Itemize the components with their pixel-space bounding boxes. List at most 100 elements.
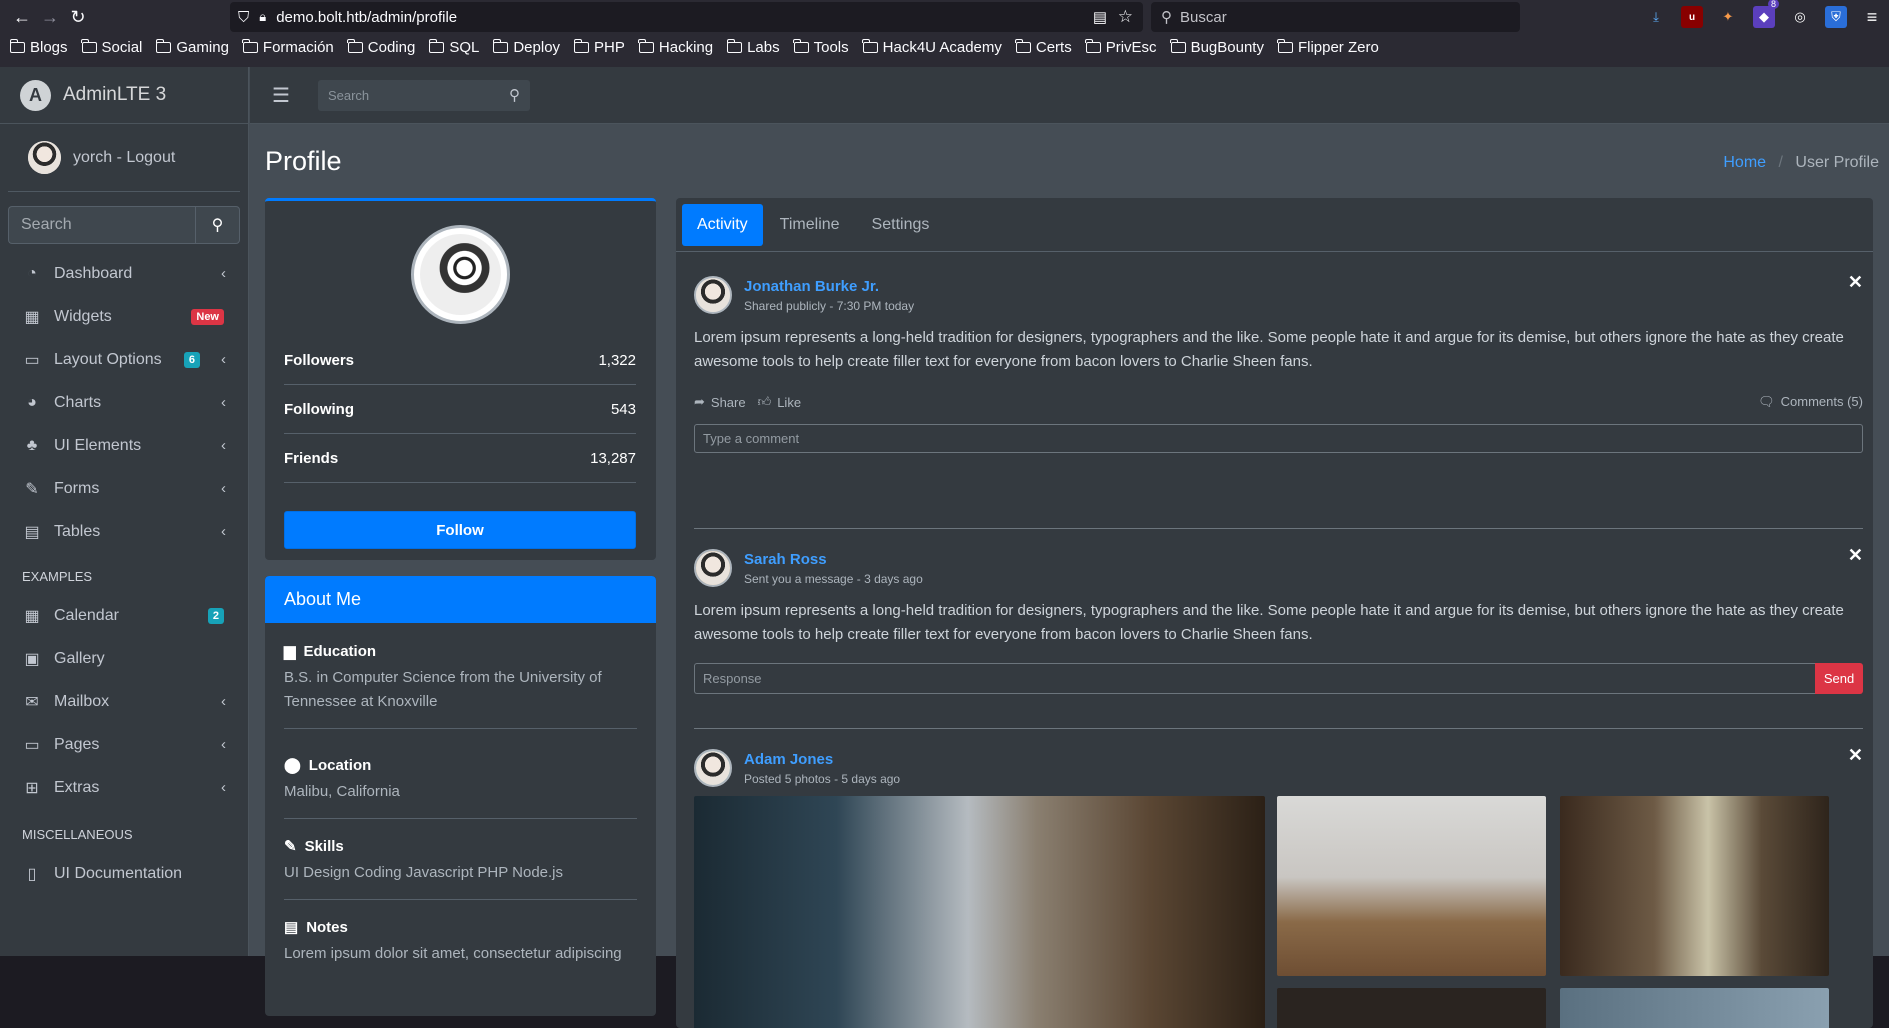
browser-search[interactable]: ⚲ Buscar: [1151, 2, 1520, 32]
share-icon[interactable]: ➦: [694, 394, 705, 410]
like-link[interactable]: Like: [777, 395, 801, 410]
breadcrumb-home[interactable]: Home: [1723, 154, 1766, 171]
post-author[interactable]: Sarah Ross: [744, 551, 923, 568]
user-panel[interactable]: yorch - Logout: [8, 124, 240, 192]
bookmark-folder[interactable]: PrivEsc: [1085, 39, 1157, 56]
map-marker-icon: ⬤: [284, 757, 301, 774]
post-photo[interactable]: [1560, 796, 1829, 976]
bookmark-folder[interactable]: Formación: [242, 39, 334, 56]
sidebar-item-forms[interactable]: ✎ Forms ‹: [8, 467, 240, 510]
wappalyzer-icon[interactable]: ◎: [1789, 6, 1811, 28]
bookmark-folder[interactable]: Labs: [726, 39, 780, 56]
sidebar-item-tables[interactable]: ▤ Tables ‹: [8, 510, 240, 553]
bookmark-label: Flipper Zero: [1297, 39, 1379, 56]
bookmark-folder[interactable]: Certs: [1015, 39, 1072, 56]
bookmark-label: Deploy: [513, 39, 561, 56]
menu-icon[interactable]: ≡: [1861, 6, 1883, 28]
sidebar-item-extras[interactable]: ⊞ Extras ‹: [8, 766, 240, 809]
bookmark-folder[interactable]: Deploy: [492, 39, 561, 56]
user-logout-link[interactable]: yorch - Logout: [73, 149, 175, 167]
response-input[interactable]: Response: [694, 663, 1815, 694]
close-icon[interactable]: ✕: [1848, 745, 1863, 766]
download-icon[interactable]: ⤓: [1645, 6, 1667, 28]
bookmark-folder[interactable]: Blogs: [9, 39, 68, 56]
divider: [284, 728, 637, 729]
bookmark-folder[interactable]: Coding: [347, 39, 415, 56]
sidebar-item-pages[interactable]: ▭ Pages ‹: [8, 723, 240, 766]
tab-activity[interactable]: Activity: [682, 203, 763, 246]
sidebar-item-ui-elements[interactable]: ♣ UI Elements ‹: [8, 424, 240, 467]
post-avatar: [694, 749, 732, 787]
brand[interactable]: A AdminLTE 3: [0, 67, 248, 124]
sidebar-item-widgets[interactable]: ▦ Widgets New: [8, 295, 240, 338]
post-author[interactable]: Jonathan Burke Jr.: [744, 278, 914, 295]
stat-label: Friends: [284, 449, 339, 467]
reload-icon[interactable]: ↻: [64, 3, 92, 31]
bookmark-star-icon[interactable]: ☆: [1118, 7, 1133, 27]
bookmark-folder[interactable]: Flipper Zero: [1277, 39, 1379, 56]
sidebar-item-layout-options[interactable]: ▭ Layout Options 6 ‹: [8, 338, 240, 381]
bookmark-folder[interactable]: Hacking: [638, 39, 713, 56]
sidebar-item-mailbox[interactable]: ✉ Mailbox ‹: [8, 680, 240, 723]
search-icon[interactable]: ⚲: [509, 86, 520, 104]
sidebar-item-label: Charts: [54, 393, 102, 411]
bookmark-folder[interactable]: PHP: [573, 39, 625, 56]
bookmark-folder[interactable]: Social: [81, 39, 143, 56]
sidebar-search-input[interactable]: Search: [8, 206, 195, 244]
extension-icon[interactable]: 8 ◆: [1753, 0, 1779, 28]
misc-nav: ▯ UI Documentation: [0, 852, 248, 895]
th-icon: ▦: [24, 308, 40, 326]
post-author[interactable]: Adam Jones: [744, 751, 900, 768]
share-link[interactable]: Share: [711, 395, 746, 410]
like-icon[interactable]: 👍︎: [758, 394, 772, 410]
bookmark-label: Social: [101, 39, 143, 56]
bookmark-folder[interactable]: SQL: [428, 39, 479, 56]
comments-link[interactable]: 🗨︎ Comments (5): [1758, 394, 1863, 410]
chevron-left-icon: ‹: [221, 480, 226, 497]
post-photo[interactable]: [1277, 796, 1546, 976]
navbar-search[interactable]: Search ⚲: [317, 79, 530, 111]
bookmark-folder[interactable]: Gaming: [155, 39, 229, 56]
sidebar-item-calendar[interactable]: ▦ Calendar 2: [8, 594, 240, 637]
tab-timeline[interactable]: Timeline: [765, 204, 855, 246]
url-bar[interactable]: ⛉ 🔒︎ demo.bolt.htb/admin/profile ▤ ☆: [230, 2, 1143, 32]
sidebar-item-dashboard[interactable]: ◔ Dashboard ‹: [8, 252, 240, 295]
stat-value[interactable]: 1,322: [598, 352, 636, 369]
folder-icon: [492, 39, 509, 53]
sidebar-search-button[interactable]: ⚲: [195, 206, 240, 244]
navbar-search-input[interactable]: Search: [328, 88, 369, 103]
sidebar-item-ui-documentation[interactable]: ▯ UI Documentation: [8, 852, 240, 895]
bookmark-folder[interactable]: Hack4U Academy: [862, 39, 1002, 56]
activity-card: Activity Timeline Settings Jonathan Burk…: [676, 198, 1873, 1028]
close-icon[interactable]: ✕: [1848, 272, 1863, 293]
foxy-icon[interactable]: ✦: [1717, 6, 1739, 28]
ublock-icon[interactable]: u: [1681, 6, 1703, 28]
forward-icon[interactable]: →: [36, 3, 64, 31]
about-section-title: Location: [308, 756, 372, 774]
post-photo-large[interactable]: [694, 796, 1265, 1028]
reader-icon[interactable]: ▤: [1093, 8, 1107, 26]
tab-settings[interactable]: Settings: [857, 204, 945, 246]
comment-input[interactable]: Type a comment: [694, 424, 1863, 453]
bitwarden-icon[interactable]: ⛨: [1825, 6, 1847, 28]
follow-button[interactable]: Follow: [284, 511, 636, 549]
sidebar-item-gallery[interactable]: ▣ Gallery: [8, 637, 240, 680]
badge: New: [191, 308, 224, 325]
post-actions: ➦ Share 👍︎ Like 🗨︎ Comments (5): [694, 392, 1863, 412]
stat-value[interactable]: 543: [611, 401, 636, 418]
back-icon[interactable]: ←: [8, 3, 36, 31]
about-education: ▆ Education B.S. in Computer Science from…: [265, 642, 656, 729]
hamburger-menu-icon[interactable]: ☰: [272, 83, 290, 108]
table-icon: ▤: [24, 523, 40, 541]
close-icon[interactable]: ✕: [1848, 545, 1863, 566]
post-photo[interactable]: [1560, 988, 1829, 1028]
sidebar-item-charts[interactable]: ◕ Charts ‹: [8, 381, 240, 424]
about-section-text: B.S. in Computer Science from the Univer…: [284, 669, 602, 710]
book-icon: ▆: [284, 643, 296, 660]
stat-value[interactable]: 13,287: [590, 450, 636, 467]
bookmark-folder[interactable]: Tools: [793, 39, 849, 56]
send-button[interactable]: Send: [1815, 663, 1863, 694]
divider: [694, 728, 1863, 729]
post-photo[interactable]: [1277, 988, 1546, 1028]
bookmark-folder[interactable]: BugBounty: [1170, 39, 1264, 56]
